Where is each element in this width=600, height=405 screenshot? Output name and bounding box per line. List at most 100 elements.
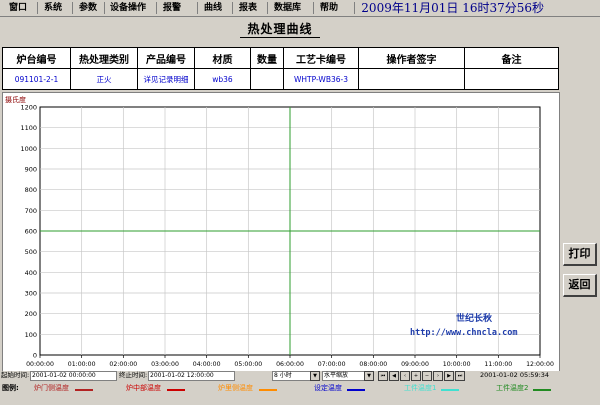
step-back-icon[interactable]: ‹: [400, 371, 410, 381]
batch-info-table: 炉台编号 热处理类别 产品编号 材质 数量 工艺卡编号 操作者签字 备注 091…: [2, 47, 559, 90]
x-tick-label: 08:00:00: [359, 361, 387, 368]
title-underline: [240, 37, 320, 38]
x-tick-label: 09:00:00: [401, 361, 429, 368]
time-range-bar: 起始时间: 2001-01-02 00:00:00 终止时间: 2001-01-…: [0, 371, 560, 382]
legend-swatch: [533, 389, 551, 391]
x-tick-label: 06:00:00: [276, 361, 304, 368]
y-tick-label: 900: [25, 166, 37, 174]
header-quantity: 数量: [250, 47, 284, 69]
legend-swatch: [259, 389, 277, 391]
x-tick-label: 03:00:00: [151, 361, 179, 368]
x-tick-label: 11:00:00: [484, 361, 512, 368]
next-page-icon[interactable]: ▶: [444, 371, 454, 381]
menu-separator: [232, 2, 233, 14]
header-process-card-number: 工艺卡编号: [283, 47, 359, 69]
x-tick-label: 10:00:00: [443, 361, 471, 368]
end-time-field[interactable]: 2001-01-02 12:00:00: [148, 371, 235, 381]
cell-process-card-number[interactable]: WHTP-WB36-3: [283, 68, 359, 90]
cell-product-number[interactable]: 详见记录明细: [137, 68, 195, 90]
x-tick-label: 02:00:00: [109, 361, 137, 368]
legend-item-door-side: 炉门侧温度: [34, 384, 69, 392]
y-tick-label: 0: [33, 352, 37, 360]
menu-separator: [37, 2, 38, 14]
legend-swatch: [75, 389, 93, 391]
cursor-time-readout: 2001-01-02 05:59:34: [480, 371, 550, 379]
x-tick-label: 04:00:00: [193, 361, 221, 368]
legend-label: 图例:: [2, 384, 19, 392]
table-header-row: 炉台编号 热处理类别 产品编号 材质 数量 工艺卡编号 操作者签字 备注: [2, 47, 559, 69]
menu-report[interactable]: 报表: [239, 2, 257, 14]
cell-treatment-type[interactable]: 正火: [70, 68, 138, 90]
menu-separator: [104, 2, 105, 14]
clock-display: 2009年11月01日 16时37分56秒: [361, 1, 544, 15]
first-page-icon[interactable]: ⏮: [378, 371, 388, 381]
table-row: 091101-2-1 正火 详见记录明细 wb36 WHTP-WB36-3: [2, 68, 559, 90]
header-material: 材质: [194, 47, 251, 69]
x-tick-label: 12:00:00: [526, 361, 554, 368]
menu-system[interactable]: 系统: [44, 2, 62, 14]
y-tick-label: 1200: [20, 104, 37, 112]
header-product-number: 产品编号: [137, 47, 195, 69]
last-page-icon[interactable]: ⏭: [455, 371, 465, 381]
header-furnace-number: 炉台编号: [2, 47, 71, 69]
y-tick-label: 1000: [20, 145, 37, 153]
y-tick-label: 600: [25, 228, 37, 236]
zoom-in-icon[interactable]: +: [411, 371, 421, 381]
cell-remarks[interactable]: [464, 68, 559, 90]
menu-separator: [197, 2, 198, 14]
legend-swatch: [167, 389, 185, 391]
menu-separator: [354, 2, 355, 14]
menu-separator: [156, 2, 157, 14]
legend-swatch: [347, 389, 365, 391]
watermark-brand: 世纪长秋: [456, 312, 493, 324]
zoom-mode-select[interactable]: 水平缩放: [322, 371, 369, 381]
y-tick-label: 200: [25, 310, 37, 318]
header-operator-signature: 操作者签字: [358, 47, 465, 69]
y-tick-label: 500: [25, 248, 37, 256]
menu-parameters[interactable]: 参数: [79, 2, 97, 14]
menu-bar: 窗口 系统 参数 设备操作 报警 曲线 报表 数据库 帮助 2009年11月01…: [0, 0, 600, 17]
watermark-url: http://www.chncla.com: [410, 328, 517, 338]
header-treatment-type: 热处理类别: [70, 47, 138, 69]
menu-window[interactable]: 窗口: [9, 2, 27, 14]
menu-separator: [72, 2, 73, 14]
legend-item-workpiece-2: 工件温度2: [496, 384, 529, 392]
cell-quantity[interactable]: [250, 68, 284, 90]
x-tick-label: 00:00:00: [26, 361, 54, 368]
print-button[interactable]: 打印: [563, 243, 597, 266]
y-tick-label: 400: [25, 269, 37, 277]
x-tick-label: 07:00:00: [318, 361, 346, 368]
y-tick-label: 300: [25, 290, 37, 298]
start-time-label: 起始时间:: [1, 371, 30, 379]
chart-legend: 图例: 炉门侧温度 炉中部温度 炉里侧温度 设定温度 工件温度1 工件温度2: [0, 383, 560, 395]
legend-item-workpiece-1: 工件温度1: [404, 384, 437, 392]
legend-item-setpoint: 设定温度: [314, 384, 342, 392]
menu-separator: [313, 2, 314, 14]
zoom-dropdown-icon[interactable]: ▼: [364, 371, 374, 381]
menu-alarm[interactable]: 报警: [163, 2, 181, 14]
cell-furnace-number[interactable]: 091101-2-1: [2, 68, 71, 90]
step-forward-icon[interactable]: ›: [433, 371, 443, 381]
previous-page-icon[interactable]: ◀: [389, 371, 399, 381]
temperature-chart[interactable]: 0 100 200 300 400 500 600 700 800 900 1000 1100 1200…: [3, 93, 559, 371]
cell-operator-signature[interactable]: [358, 68, 465, 90]
menu-help[interactable]: 帮助: [320, 2, 338, 14]
legend-swatch: [441, 389, 459, 391]
menu-separator: [267, 2, 268, 14]
menu-curve[interactable]: 曲线: [204, 2, 222, 14]
back-button[interactable]: 返回: [563, 274, 597, 297]
y-tick-label: 700: [25, 207, 37, 215]
menu-database[interactable]: 数据库: [274, 2, 301, 14]
cell-material[interactable]: wb36: [194, 68, 251, 90]
x-tick-label: 05:00:00: [234, 361, 262, 368]
span-dropdown-icon[interactable]: ▼: [310, 371, 320, 381]
temperature-chart-panel: 0 100 200 300 400 500 600 700 800 900 1000 1100 1200…: [2, 92, 560, 372]
y-axis-label: 摄氏度: [5, 95, 26, 104]
header-remarks: 备注: [464, 47, 559, 69]
zoom-out-icon[interactable]: −: [422, 371, 432, 381]
start-time-field[interactable]: 2001-01-02 00:00:00: [30, 371, 117, 381]
legend-item-inner-side: 炉里侧温度: [218, 384, 253, 392]
x-tick-label: 01:00:00: [68, 361, 96, 368]
menu-device-operation[interactable]: 设备操作: [110, 2, 146, 14]
page-title: 热处理曲线: [247, 22, 313, 36]
